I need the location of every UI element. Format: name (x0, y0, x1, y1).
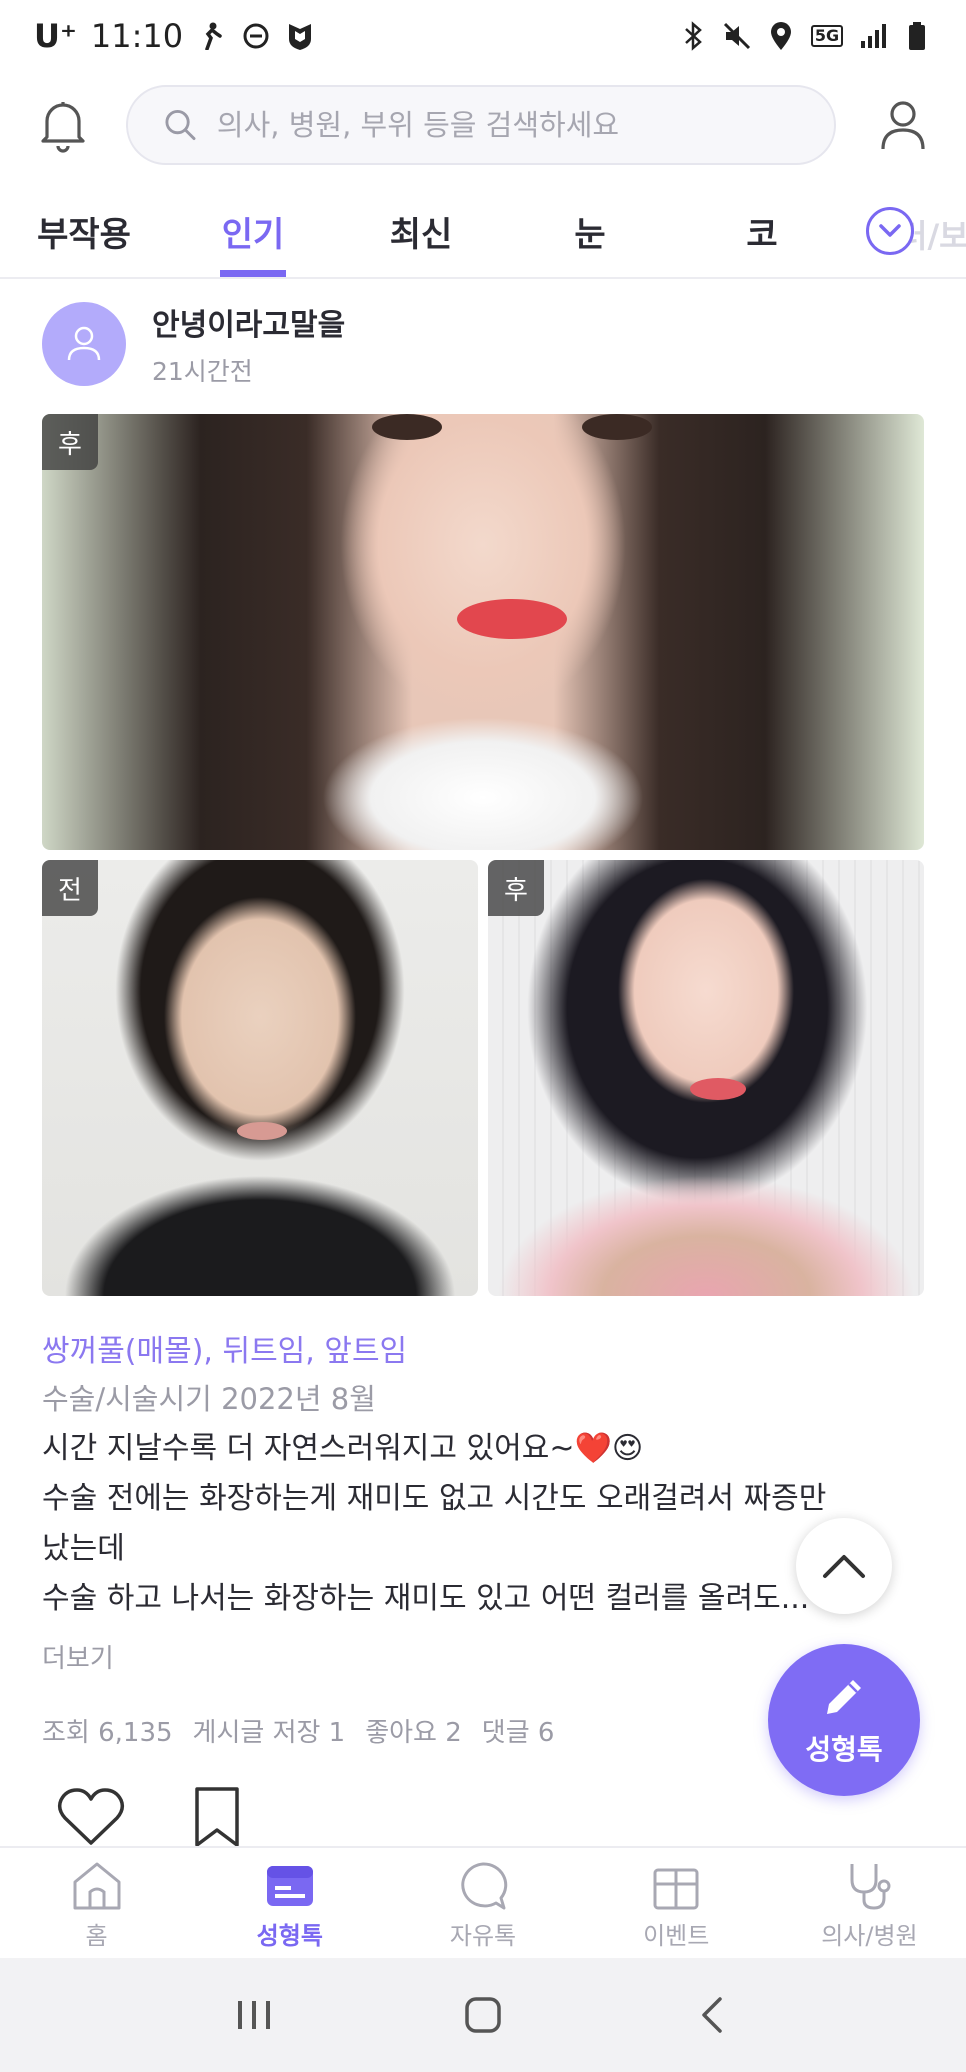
tab-side-effects[interactable]: 부작용 (34, 207, 134, 277)
procedure-tags[interactable]: 쌍꺼풀(매몰), 뒤트임, 앞트임 (42, 1326, 407, 1370)
photo-detail (372, 414, 442, 440)
nav-label: 홈 (85, 1922, 108, 1950)
nav-label: 성형톡 (256, 1922, 323, 1950)
walking-icon (197, 21, 227, 51)
avatar (42, 302, 126, 386)
bottom-navigation: 홈 성형톡 자유톡 이벤트 의사/병원 (0, 1846, 966, 1958)
write-post-fab[interactable]: 성형톡 (768, 1644, 920, 1796)
read-more-link[interactable]: 더보기 (42, 1638, 114, 1675)
back-chevron-icon (701, 1997, 722, 2033)
post-body-line: 수술 하고 나서는 화장하는 재미도 있고 어떤 컬러를 올려도... (42, 1581, 810, 1616)
system-navigation-bar (0, 1958, 966, 2072)
user-icon (881, 101, 925, 150)
home-system-button[interactable] (443, 1975, 523, 2055)
battery-icon (902, 21, 932, 51)
nav-surgery-talk[interactable]: 성형톡 (193, 1848, 386, 1958)
bookmark-button[interactable] (182, 1782, 252, 1852)
post-body-line: 시간 지날수록 더 자연스러워지고 있어요~❤️😍 (42, 1431, 644, 1466)
photo-tag-after: 후 (42, 414, 98, 470)
status-time: 11:10 (90, 17, 184, 55)
search-icon (165, 109, 196, 141)
scroll-to-top-button[interactable] (796, 1518, 892, 1614)
tabs-expand-button[interactable]: 러/보 (866, 207, 966, 267)
network-5g-icon: 5G (810, 21, 844, 51)
pencil-icon (827, 1680, 861, 1714)
recent-apps-icon (238, 2001, 271, 2029)
bookmark-icon (195, 1787, 239, 1847)
bluetooth-icon (678, 21, 708, 51)
post-author[interactable]: 안녕이라고말을 21시간전 (42, 300, 345, 388)
post-time: 21시간전 (152, 357, 253, 386)
nav-label: 의사/병원 (821, 1922, 918, 1950)
nav-doctor-hospital[interactable]: 의사/병원 (773, 1848, 966, 1958)
status-bar: U⁺ 11:10 5G (0, 0, 966, 72)
tab-popular[interactable]: 인기 (220, 207, 286, 277)
nav-event[interactable]: 이벤트 (580, 1848, 773, 1958)
save-count: 게시글 저장 1 (192, 1718, 346, 1748)
tab-nose[interactable]: 코 (742, 207, 782, 277)
carrier-label: U⁺ (34, 17, 77, 55)
surgery-date: 수술/시술시기 2022년 8월 (42, 1382, 376, 1416)
photo-tag-before: 전 (42, 860, 98, 916)
search-header (0, 80, 966, 170)
post-body-line: 수술 전에는 화장하는게 재미도 없고 시간도 오래걸려서 짜증만 (42, 1481, 827, 1516)
location-icon (766, 21, 796, 51)
stethoscope-icon (850, 1864, 891, 1910)
post-body[interactable]: 시간 지날수록 더 자연스러워지고 있어요~❤️😍 수술 전에는 화장하는게 재… (42, 1424, 902, 1624)
chevron-up-icon (823, 1555, 865, 1578)
search-input[interactable] (216, 108, 798, 142)
notification-button[interactable] (30, 92, 96, 158)
post-photo-after-main[interactable]: 후 (42, 414, 924, 850)
signal-icon (858, 21, 888, 51)
post-stats: 조회 6,135 게시글 저장 1 좋아요 2 댓글 6 (42, 1712, 554, 1749)
photo-detail (237, 1122, 287, 1140)
gift-icon (653, 1868, 699, 1910)
chat-board-icon (266, 1866, 313, 1906)
photo-detail (457, 599, 567, 639)
recent-apps-button[interactable] (214, 1975, 294, 2055)
profile-button[interactable] (870, 92, 936, 158)
like-count: 좋아요 2 (365, 1718, 462, 1748)
author-name: 안녕이라고말을 (152, 308, 346, 343)
mute-icon (722, 21, 752, 51)
nav-home[interactable]: 홈 (0, 1848, 193, 1958)
post-photo-before[interactable]: 전 (42, 860, 478, 1296)
home-icon (73, 1862, 121, 1910)
nav-label: 자유톡 (449, 1922, 517, 1950)
search-bar[interactable] (126, 85, 836, 165)
nav-free-talk[interactable]: 자유톡 (386, 1848, 579, 1958)
category-tabs: 부작용 인기 최신 눈 코 러/보 (0, 195, 966, 279)
photo-detail (690, 1078, 746, 1100)
app-screen: U⁺ 11:10 5G 의사, 병원, 부위 등을 검색하세요 부작용 인기 최… (0, 0, 966, 2072)
post-photo-after[interactable]: 후 (488, 860, 924, 1296)
nav-label: 이벤트 (643, 1922, 710, 1950)
like-button[interactable] (56, 1782, 126, 1852)
network-label: 5G (810, 25, 844, 47)
author-meta: 안녕이라고말을 21시간전 (152, 300, 345, 388)
heart-icon (57, 1788, 125, 1845)
comment-count: 댓글 6 (481, 1718, 555, 1748)
do-not-disturb-icon (241, 21, 271, 51)
shield-icon (285, 21, 315, 51)
post-body-line: 났는데 (42, 1531, 125, 1566)
chevron-down-icon (866, 207, 914, 255)
view-count: 조회 6,135 (42, 1718, 173, 1748)
back-button[interactable] (672, 1975, 752, 2055)
fab-label: 성형톡 (805, 1733, 883, 1766)
bell-icon (41, 102, 85, 153)
status-right: 5G (678, 21, 932, 51)
photo-tag-after: 후 (488, 860, 544, 916)
tab-latest[interactable]: 최신 (388, 207, 454, 277)
tab-eye[interactable]: 눈 (570, 207, 610, 277)
status-left: U⁺ 11:10 (34, 17, 315, 55)
photo-detail (582, 414, 652, 440)
default-avatar-icon (67, 326, 101, 361)
home-square-icon (465, 1997, 501, 2033)
speech-bubble-icon (461, 1862, 508, 1910)
post-actions (56, 1782, 252, 1852)
